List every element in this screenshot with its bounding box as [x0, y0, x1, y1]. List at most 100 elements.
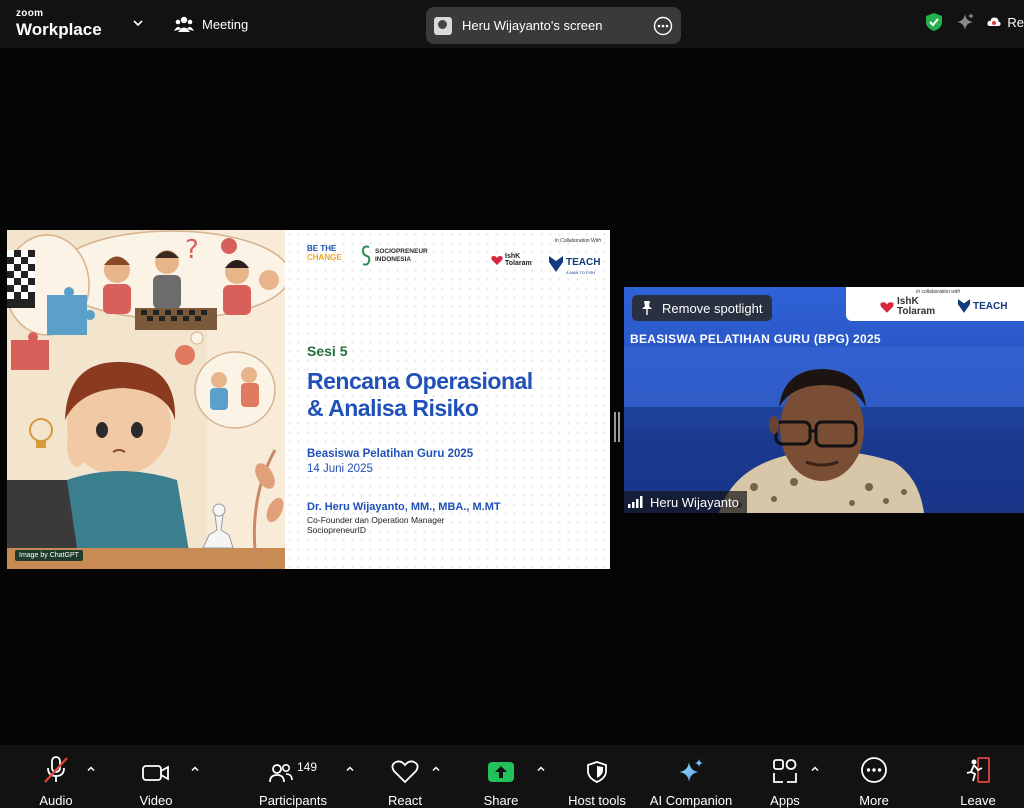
audio-options-caret-icon[interactable] [86, 764, 96, 774]
sociopreneur-mark-icon [361, 245, 371, 266]
cloud-record-icon [987, 17, 1001, 26]
logo-zoom-text: zoom [16, 8, 44, 19]
react-label: React [388, 793, 422, 808]
logo-teach: TEACH [566, 257, 601, 268]
screen-share-title: Heru Wijayanto's screen [462, 18, 603, 33]
teach-logo: TEACH A MAN TO FISH [549, 252, 600, 275]
audio-label: Audio [39, 793, 73, 808]
video-label: Video [139, 793, 173, 808]
video-teach-mark-icon [958, 299, 970, 313]
more-icon [861, 757, 887, 783]
presenter-role-line2: SociopreneurID [307, 525, 367, 535]
meeting-menu[interactable]: Meeting [174, 14, 248, 34]
video-logo-tolaram: Tolaram [897, 306, 936, 317]
video-logo-teach: TEACH [973, 300, 1008, 312]
leave-button[interactable]: Leave [958, 745, 998, 808]
react-options-caret-icon[interactable] [431, 764, 441, 774]
zoom-meeting-window: zoom Workplace Meeting Heru Wijayanto's … [0, 0, 1024, 808]
share-screen-icon [488, 762, 514, 782]
host-tools-button[interactable]: Host tools [562, 745, 632, 808]
participants-icon [269, 763, 293, 783]
apps-label: Apps [770, 793, 800, 808]
logo-tolaram: Tolaram [505, 260, 532, 267]
video-options-caret-icon[interactable] [190, 764, 200, 774]
resize-handle[interactable] [614, 412, 620, 442]
ai-companion-label: AI Companion [649, 793, 733, 808]
video-heart-logo-icon [880, 301, 894, 313]
chevron-down-icon[interactable] [132, 17, 144, 29]
leave-label: Leave [960, 793, 996, 808]
sociopreneur-logo: SOCIOPRENEUR INDONESIA [361, 244, 428, 268]
microphone-muted-icon [44, 756, 68, 783]
video-button[interactable]: Video [136, 745, 176, 808]
remove-spotlight-label: Remove spotlight [662, 300, 763, 316]
meeting-people-icon [174, 16, 194, 32]
record-label: Re [1007, 14, 1024, 30]
session-label: Sesi 5 [307, 343, 348, 359]
screen-share-pill[interactable]: Heru Wijayanto's screen [426, 7, 681, 44]
recording-indicator[interactable]: Re [987, 15, 1024, 30]
ishk-tolaram-logo: IshK Tolaram [491, 253, 532, 267]
program-date: 14 Juni 2025 [307, 463, 373, 475]
presenter-name: Dr. Heru Wijayanto, MM., MBA., M.MT [307, 501, 501, 513]
security-shield-icon[interactable] [925, 12, 943, 32]
svg-text:?: ? [185, 235, 199, 265]
video-camera-icon [142, 765, 169, 781]
share-options-caret-icon[interactable] [536, 764, 546, 774]
logo-teach-sub: A MAN TO FISH [566, 270, 596, 275]
apps-grid-icon [773, 759, 797, 783]
apps-button[interactable]: Apps [765, 745, 805, 808]
slide-text-panel: BE THE CHANGE SOCIOPRENEUR INDONESIA In … [285, 230, 610, 569]
heart-logo-icon [491, 255, 503, 265]
shield-host-tools-icon [587, 761, 607, 783]
top-bar: zoom Workplace Meeting Heru Wijayanto's … [0, 0, 1024, 48]
presenter-role-line1: Co-Founder dan Operation Manager [307, 515, 445, 525]
image-credit-label: Image by ChatGPT [15, 550, 83, 561]
ai-companion-button[interactable]: AI Companion [645, 745, 737, 808]
logo-ishk: IshK [505, 253, 521, 260]
teach-mark-icon [549, 255, 563, 272]
react-button[interactable]: React [385, 745, 425, 808]
slide-title-line1: Rencana Operasional [307, 368, 533, 394]
logo-workplace-text: Workplace [16, 20, 102, 39]
video-banner-text: BEASISWA PELATIHAN GURU (BPG) 2025 [630, 332, 881, 346]
signal-strength-icon [628, 496, 643, 508]
participant-name-tag: Heru Wijayanto [624, 491, 747, 513]
zoom-workplace-logo[interactable]: zoom Workplace [16, 8, 102, 39]
audio-button[interactable]: Audio [36, 745, 76, 808]
host-tools-label: Host tools [568, 793, 626, 808]
participants-button[interactable]: 149 Participants [252, 745, 334, 808]
collaboration-label: In Collaboration With [554, 238, 601, 244]
ai-sparkle-icon[interactable] [955, 12, 975, 32]
participants-options-caret-icon[interactable] [345, 764, 355, 774]
more-button[interactable]: More [854, 745, 894, 808]
slide-title: Rencana Operasional & Analisa Risiko [307, 368, 533, 422]
pin-icon [642, 301, 652, 315]
logo-indonesia: INDONESIA [375, 256, 412, 263]
logo-change: CHANGE [307, 253, 342, 262]
presenter-role: Co-Founder dan Operation Manager Sociopr… [307, 515, 445, 535]
shared-slide[interactable]: ? Image by ChatGPT BE THE CHANGE SOCIOPR… [7, 230, 610, 569]
logo-sociopreneur: SOCIOPRENEUR [375, 248, 428, 255]
participant-video-tile[interactable]: In collaboration with IshK Tolaram TEACH… [624, 287, 1024, 513]
presenter-avatar [434, 16, 452, 35]
video-teach-logo: TEACH [958, 299, 1007, 313]
leave-exit-icon [966, 757, 990, 783]
logo-be-the: BE THE [307, 244, 337, 253]
ai-companion-sparkle-icon [679, 759, 703, 782]
slide-title-line2: & Analisa Risiko [307, 395, 479, 421]
video-collab-label: In collaboration with [916, 289, 961, 295]
more-label: More [859, 793, 889, 808]
video-ishk-logo: IshK Tolaram [880, 297, 935, 317]
participant-name: Heru Wijayanto [650, 494, 739, 510]
share-button[interactable]: Share [481, 745, 521, 808]
slide-logos: BE THE CHANGE SOCIOPRENEUR INDONESIA In … [307, 238, 607, 275]
participants-label: Participants [259, 793, 327, 808]
meeting-label: Meeting [202, 16, 249, 32]
program-name: Beasiswa Pelatihan Guru 2025 [307, 448, 474, 460]
slide-illustration: ? [7, 230, 285, 569]
meeting-toolbar: Audio Video 149 Participants React Share… [0, 745, 1024, 808]
apps-options-caret-icon[interactable] [810, 764, 820, 774]
more-options-icon[interactable] [653, 16, 673, 36]
remove-spotlight-button[interactable]: Remove spotlight [632, 295, 773, 321]
